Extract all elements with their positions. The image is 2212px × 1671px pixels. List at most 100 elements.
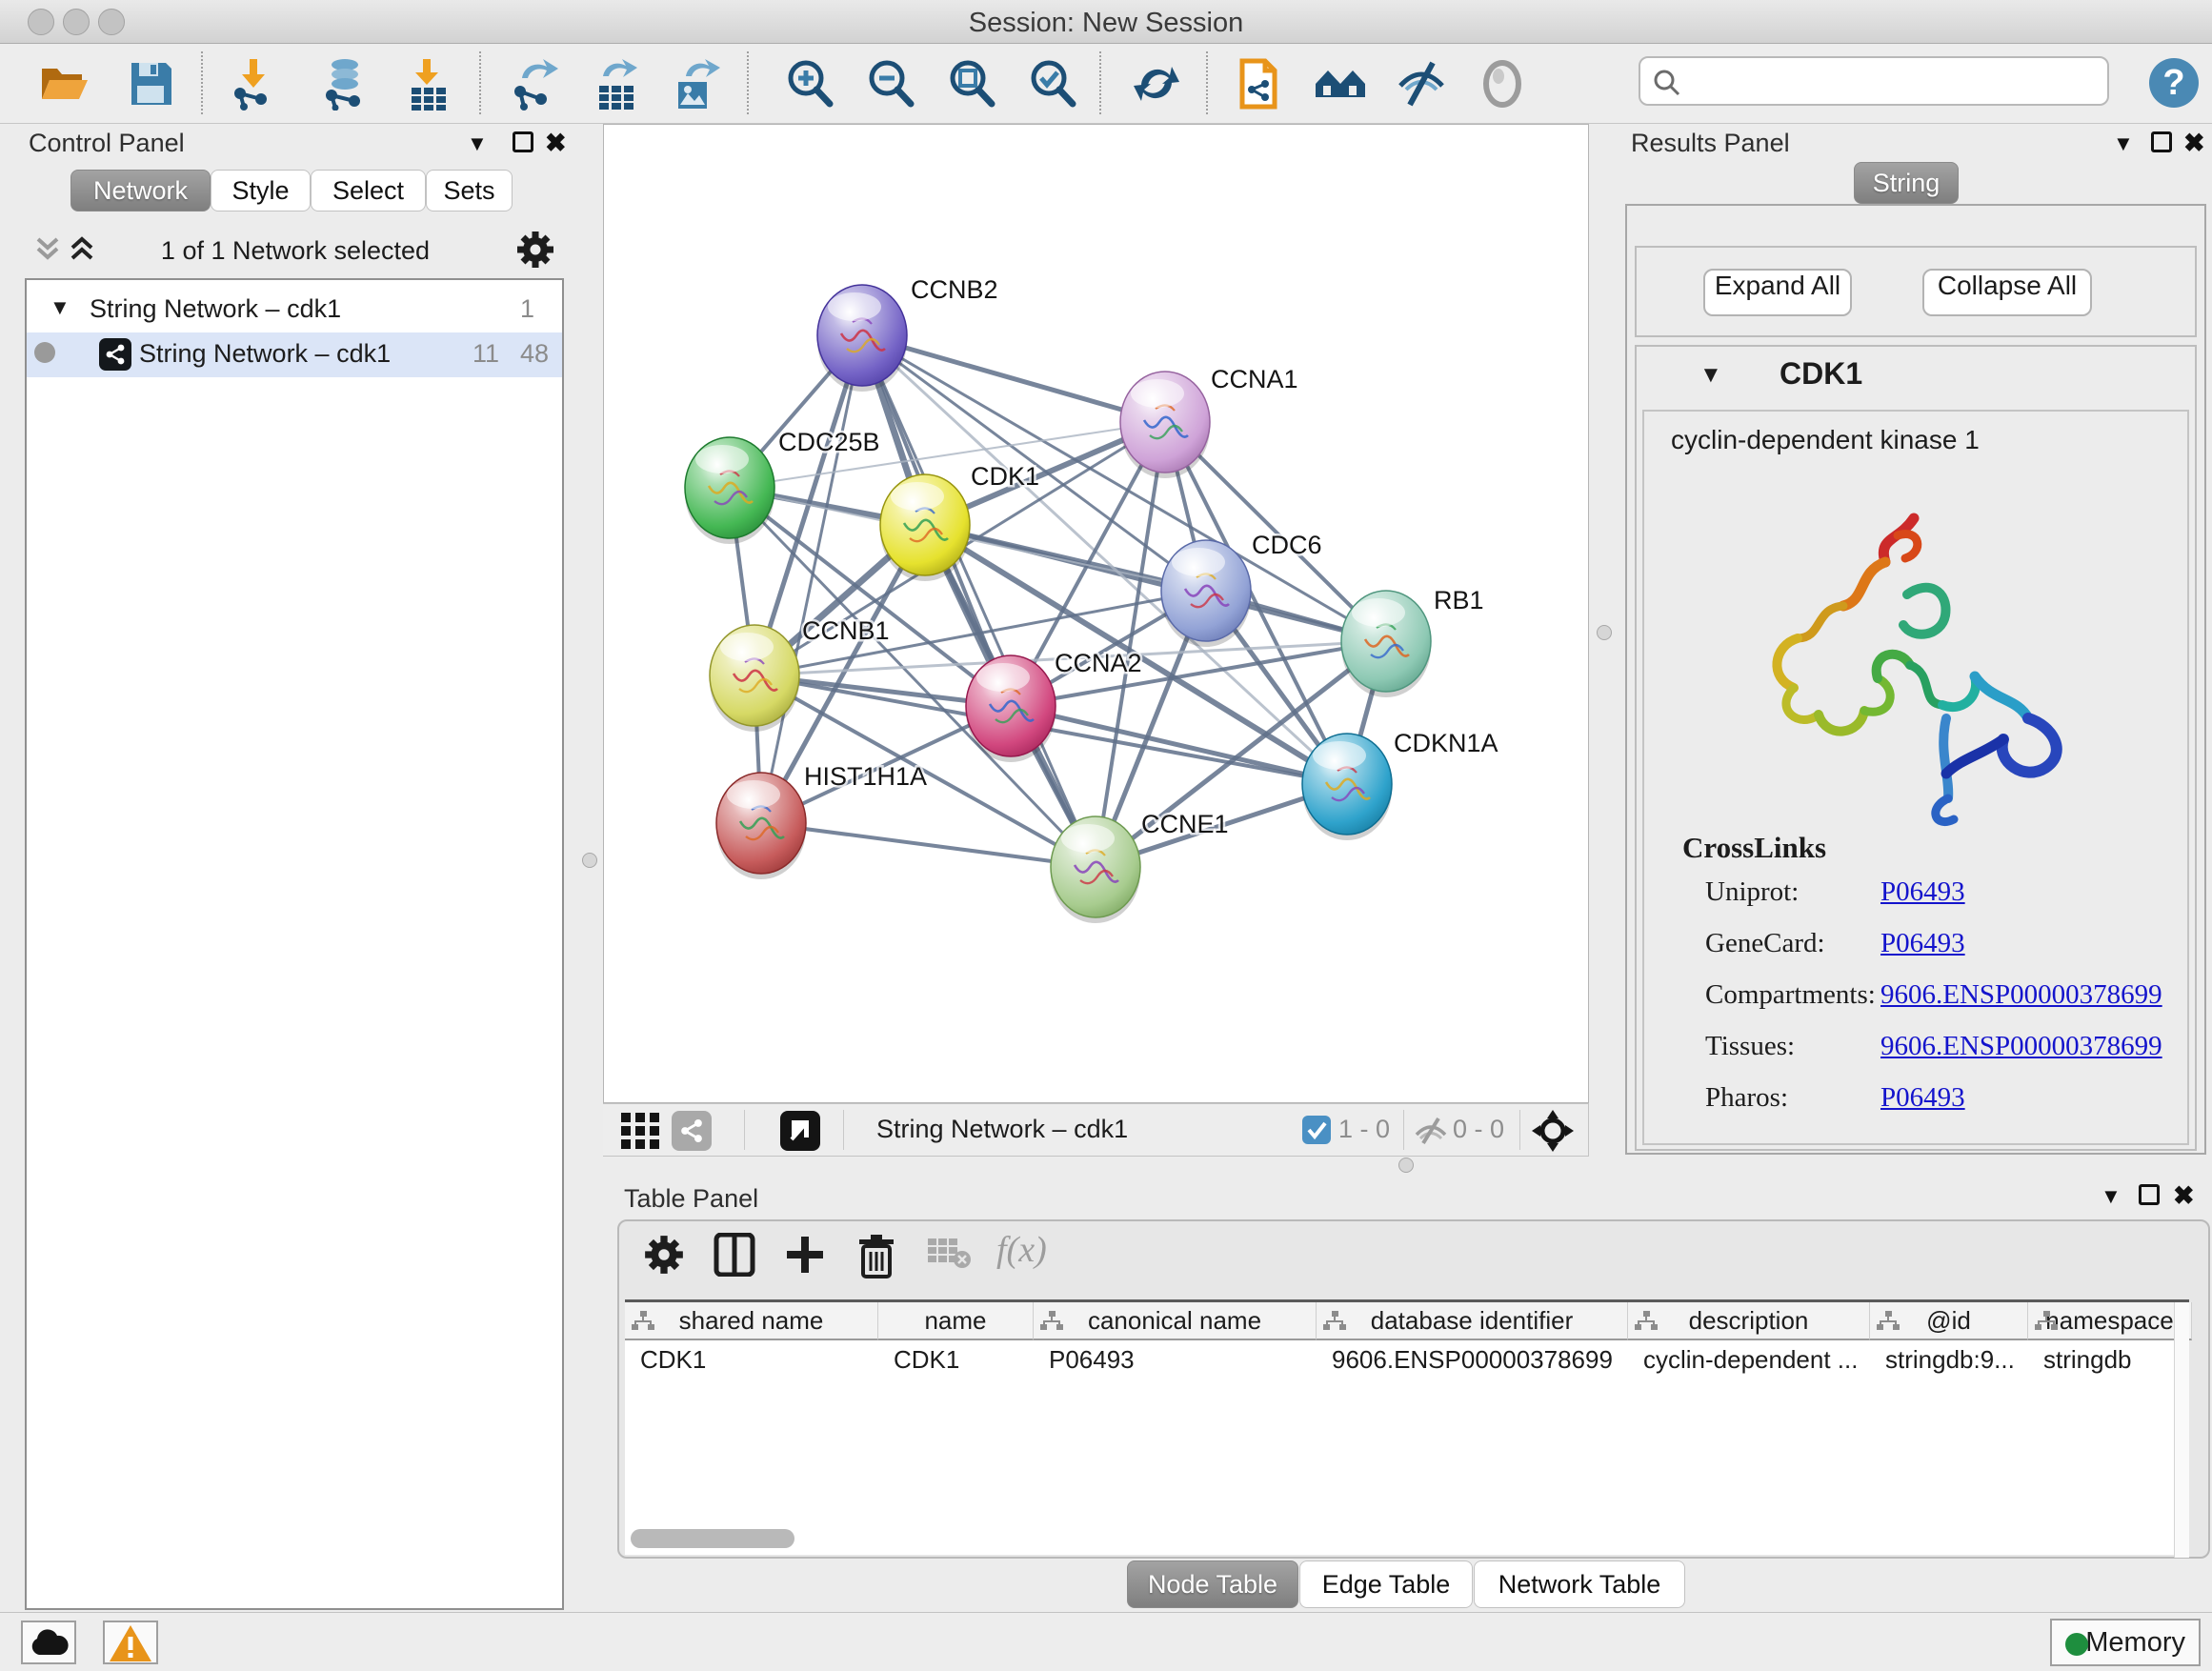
panel-float-icon[interactable] [2139,1184,2160,1205]
column-header-namespace[interactable]: namespace [2028,1302,2192,1340]
crosslink-genecard-link[interactable]: P06493 [1880,928,1965,959]
crosslink-pharos-link[interactable]: P06493 [1880,1082,1965,1114]
help-button[interactable]: ? [2149,58,2199,108]
save-session-icon[interactable] [124,57,177,111]
export-image-icon[interactable] [671,57,724,111]
share-document-icon[interactable] [1233,57,1286,111]
tab-sets[interactable]: Sets [426,170,513,211]
table-settings-gear-icon[interactable] [642,1233,686,1281]
import-network-database-icon[interactable] [318,57,372,111]
string-network-graph[interactable]: CCNB2 CCNA1 CDC25B CDK1 CDC6 RB1 CCNB1 C… [604,125,1590,1104]
hidden-eye-icon [1413,1116,1449,1153]
column-header-database-identifier[interactable]: database identifier [1317,1302,1628,1340]
expand-all-icon[interactable] [69,233,95,269]
horizontal-splitter-handle[interactable] [1398,1158,1414,1173]
show-columns-icon[interactable] [713,1233,756,1281]
search-input[interactable] [1690,62,2090,100]
network-node-CCNE1[interactable]: CCNE1 [1051,810,1229,923]
network-node-HIST1H1A[interactable]: HIST1H1A [716,762,927,879]
panel-collapse-icon[interactable]: ▼ [467,131,488,156]
network-collection-row[interactable]: ▼ String Network – cdk1 1 [27,288,562,332]
right-splitter-handle[interactable] [1597,625,1612,640]
network-home-icon[interactable] [1314,57,1367,111]
network-edge[interactable] [761,823,1096,867]
node-label: CCNE1 [1141,810,1229,838]
panel-close-icon[interactable]: ✖ [2173,1181,2195,1211]
panel-float-icon[interactable] [2151,131,2172,152]
zoom-out-icon[interactable] [864,57,917,111]
tab-select[interactable]: Select [311,170,426,211]
network-node-RB1[interactable]: RB1 [1341,586,1484,697]
panel-collapse-icon[interactable]: ▼ [2101,1184,2122,1209]
table-cell[interactable]: 9606.ENSP00000378699 [1317,1342,1628,1379]
collapse-all-icon[interactable] [34,233,61,269]
grid-view-icon[interactable] [619,1111,661,1158]
expand-all-button[interactable]: Expand All [1703,269,1852,316]
tab-string[interactable]: String [1854,162,1959,204]
table-cell[interactable]: cyclin-dependent ... [1628,1342,1870,1379]
export-network-icon[interactable] [509,57,562,111]
table-cell[interactable]: CDK1 [878,1342,1034,1379]
open-session-icon[interactable] [38,57,91,111]
export-table-icon[interactable] [590,57,643,111]
search-field[interactable] [1639,56,2109,106]
add-column-plus-icon[interactable] [783,1233,827,1281]
crosslink-label: Tissues: [1705,1031,1795,1062]
application-window: Session: New Session [0,0,2212,1671]
column-header-shared-name[interactable]: shared name [625,1302,878,1340]
crosslink-compartments-link[interactable]: 9606.ENSP00000378699 [1880,979,2162,1011]
column-header-description[interactable]: description [1628,1302,1870,1340]
network-node-CDK1[interactable]: CDK1 [880,462,1039,581]
tab-network-table[interactable]: Network Table [1474,1560,1685,1608]
import-table-icon[interactable] [402,57,455,111]
network-view-canvas[interactable]: CCNB2 CCNA1 CDC25B CDK1 CDC6 RB1 CCNB1 C… [603,124,1589,1103]
warning-status-button[interactable] [103,1621,158,1664]
table-cell[interactable]: CDK1 [625,1342,878,1379]
zoom-fit-icon[interactable] [945,57,998,111]
reposition-crosshair-icon[interactable] [1531,1109,1575,1159]
network-node-CCNA1[interactable]: CCNA1 [1120,365,1298,478]
zoom-selected-icon[interactable] [1026,57,1079,111]
network-row-selected[interactable]: String Network – cdk1 11 48 [27,332,562,377]
birds-eye-view-icon[interactable] [780,1111,820,1151]
delete-column-trash-icon[interactable] [855,1233,897,1283]
import-network-file-icon[interactable] [229,57,282,111]
hide-selected-eye-icon[interactable] [1395,57,1448,111]
panel-close-icon[interactable]: ✖ [545,129,567,158]
collection-disclosure-icon[interactable]: ▼ [50,295,70,320]
toolbar-separator [201,51,203,114]
table-vertical-scrollbar[interactable] [2174,1302,2189,1558]
title-bar: Session: New Session [0,0,2212,44]
tab-network[interactable]: Network [70,170,211,211]
tab-edge-table[interactable]: Edge Table [1299,1560,1473,1608]
tab-node-table[interactable]: Node Table [1127,1560,1298,1608]
table-cell[interactable]: P06493 [1034,1342,1317,1379]
show-all-eye-icon[interactable] [1476,57,1529,111]
collapse-all-button[interactable]: Collapse All [1922,269,2092,316]
gear-icon[interactable] [514,229,556,275]
panel-float-icon[interactable] [513,131,533,152]
table-cell[interactable]: stringdb [2028,1342,2192,1379]
column-header--id[interactable]: @id [1870,1302,2028,1340]
memory-button[interactable]: Memory [2050,1619,2201,1666]
apply-layout-icon[interactable] [1130,57,1183,111]
zoom-in-icon[interactable] [783,57,836,111]
cloud-status-button[interactable] [21,1621,76,1664]
column-header-name[interactable]: name [878,1302,1034,1340]
toolbar-separator [1206,51,1208,114]
table-cell[interactable]: stringdb:9... [1870,1342,2028,1379]
panel-collapse-icon[interactable]: ▼ [2113,131,2134,156]
panel-close-icon[interactable]: ✖ [2183,129,2205,158]
crosslink-tissues-link[interactable]: 9606.ENSP00000378699 [1880,1031,2162,1062]
selected-checkbox-icon[interactable] [1302,1116,1331,1144]
node-table[interactable]: shared namenamecanonical namedatabase id… [625,1299,2189,1555]
table-horizontal-scrollbar[interactable] [631,1529,794,1548]
column-header-canonical-name[interactable]: canonical name [1034,1302,1317,1340]
network-node-CDKN1A[interactable]: CDKN1A [1302,729,1498,840]
gene-disclosure-icon[interactable]: ▼ [1699,362,1722,389]
crosslink-uniprot-link[interactable]: P06493 [1880,876,1965,908]
network-node-CCNB2[interactable]: CCNB2 [817,275,998,392]
left-splitter-handle[interactable] [582,853,597,868]
network-share-icon[interactable] [672,1111,712,1151]
tab-style[interactable]: Style [211,170,311,211]
